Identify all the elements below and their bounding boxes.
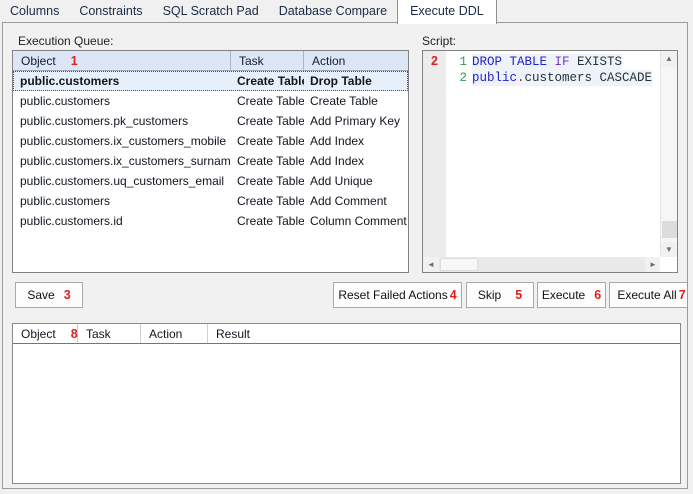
cell-object: public.customers — [13, 71, 231, 91]
cell-action: Column Comment — [304, 211, 408, 231]
table-row[interactable]: public.customers.uq_customers_email Crea… — [13, 171, 408, 191]
editor-gutter: 2 — [423, 51, 446, 258]
table-row[interactable]: public.customers Create Table Create Tab… — [13, 91, 408, 111]
annotation-6: 6 — [594, 289, 601, 302]
vertical-scrollbar-thumb[interactable] — [662, 221, 677, 238]
annotation-1: 1 — [71, 54, 78, 68]
code-line-2: 2 public.customers CASCADE — [446, 70, 660, 86]
cell-action: Create Table — [304, 91, 408, 111]
cell-task: Create Table — [231, 71, 304, 91]
code-line-1: 1 DROP TABLE IF EXISTS — [446, 54, 660, 70]
code-token: IF — [555, 55, 578, 69]
cell-object: public.customers.ix_customers_surname — [13, 151, 231, 171]
tab-execute-ddl[interactable]: Execute DDL — [397, 0, 497, 24]
scroll-left-icon[interactable]: ◄ — [423, 257, 439, 272]
column-header-object[interactable]: Object 1 — [13, 51, 231, 70]
cell-object: public.customers.ix_customers_mobile — [13, 131, 231, 151]
results-table-header: Object 8 Task Action Result — [13, 324, 680, 344]
table-row[interactable]: public.customers.ix_customers_mobile Cre… — [13, 131, 408, 151]
cell-task: Create Table — [231, 151, 304, 171]
scroll-right-icon[interactable]: ► — [645, 257, 661, 272]
scroll-up-icon[interactable]: ▲ — [661, 51, 677, 67]
result-column-header-action[interactable]: Action — [141, 324, 208, 343]
tab-sql-scratch-pad[interactable]: SQL Scratch Pad — [153, 0, 269, 23]
column-header-action[interactable]: Action — [304, 51, 408, 70]
code-token: TABLE — [510, 55, 555, 69]
cell-task: Create Table — [231, 171, 304, 191]
annotation-4: 4 — [450, 289, 457, 302]
line-number: 1 — [446, 54, 467, 70]
cell-action: Add Index — [304, 151, 408, 171]
cell-action: Add Primary Key — [304, 111, 408, 131]
cell-object: public.customers — [13, 91, 231, 111]
skip-button-label: Skip — [478, 288, 501, 302]
reset-failed-actions-button-label: Reset Failed Actions — [338, 288, 447, 302]
table-row[interactable]: public.customers.pk_customers Create Tab… — [13, 111, 408, 131]
annotation-7: 7 — [679, 289, 686, 302]
results-table: Object 8 Task Action Result — [12, 323, 681, 484]
code-token: DROP — [472, 55, 510, 69]
scroll-down-icon[interactable]: ▼ — [661, 242, 677, 258]
annotation-2: 2 — [431, 55, 438, 68]
execute-ddl-page: Execution Queue: Object 1 Task Action pub… — [2, 22, 688, 489]
table-row[interactable]: public.customers.ix_customers_surname Cr… — [13, 151, 408, 171]
execute-button[interactable]: Execute 6 — [537, 282, 606, 308]
scrollbar-corner — [660, 257, 677, 272]
cell-action: Add Comment — [304, 191, 408, 211]
save-button-label: Save — [27, 288, 54, 302]
tab-constraints[interactable]: Constraints — [69, 0, 152, 23]
result-column-header-object[interactable]: Object 8 — [13, 324, 78, 343]
cell-task: Create Table — [231, 91, 304, 111]
code-token: . — [517, 71, 525, 85]
result-column-header-task[interactable]: Task — [78, 324, 141, 343]
cell-object: public.customers.id — [13, 211, 231, 231]
execution-queue-table: Object 1 Task Action public.customers Cre… — [12, 50, 409, 273]
script-editor[interactable]: 2 1 DROP TABLE IF EXISTS 2 public.customer… — [422, 50, 678, 273]
save-button[interactable]: Save 3 — [15, 282, 83, 308]
cell-task: Create Table — [231, 131, 304, 151]
annotation-3: 3 — [64, 289, 71, 302]
line-number: 2 — [446, 70, 467, 86]
execute-button-label: Execute — [542, 288, 585, 302]
table-row[interactable]: public.customers Create Table Add Commen… — [13, 191, 408, 211]
vertical-scrollbar[interactable]: ▲ ▼ — [660, 51, 677, 259]
cell-task: Create Table — [231, 191, 304, 211]
execution-queue-header: Object 1 Task Action — [13, 51, 408, 71]
code-token: customers — [525, 71, 593, 85]
tab-database-compare[interactable]: Database Compare — [269, 0, 397, 23]
execute-all-button-label: Execute All — [617, 288, 676, 302]
script-label: Script: — [422, 34, 456, 48]
tab-columns[interactable]: Columns — [0, 0, 69, 23]
cell-action: Add Unique — [304, 171, 408, 191]
annotation-8: 8 — [71, 327, 78, 341]
cell-task: Create Table — [231, 211, 304, 231]
table-row[interactable]: public.customers.id Create Table Column … — [13, 211, 408, 231]
annotation-5: 5 — [515, 289, 522, 302]
horizontal-scrollbar[interactable]: ◄ ► — [423, 257, 661, 272]
result-column-header-object-label: Object — [21, 327, 56, 341]
table-row[interactable]: public.customers Create Table Drop Table — [13, 71, 408, 91]
column-header-task[interactable]: Task — [231, 51, 304, 70]
reset-failed-actions-button[interactable]: Reset Failed Actions4 — [333, 282, 462, 308]
horizontal-scrollbar-thumb[interactable] — [440, 258, 478, 271]
execution-queue-label: Execution Queue: — [18, 34, 113, 48]
tab-bar: Columns Constraints SQL Scratch Pad Data… — [0, 0, 693, 23]
cell-object: public.customers.uq_customers_email — [13, 171, 231, 191]
cell-object: public.customers — [13, 191, 231, 211]
code-token: EXISTS — [577, 55, 622, 69]
cell-action: Add Index — [304, 131, 408, 151]
code-area[interactable]: 1 DROP TABLE IF EXISTS 2 public.customers … — [446, 54, 660, 86]
cell-object: public.customers.pk_customers — [13, 111, 231, 131]
skip-button[interactable]: Skip 5 — [466, 282, 534, 308]
code-token: public — [472, 71, 517, 85]
code-token: CASCADE — [592, 71, 652, 85]
result-column-header-result[interactable]: Result — [208, 324, 680, 343]
execute-all-button[interactable]: Execute All7 — [609, 282, 688, 308]
cell-action: Drop Table — [304, 71, 408, 91]
column-header-object-label: Object — [21, 54, 56, 68]
cell-task: Create Table — [231, 111, 304, 131]
